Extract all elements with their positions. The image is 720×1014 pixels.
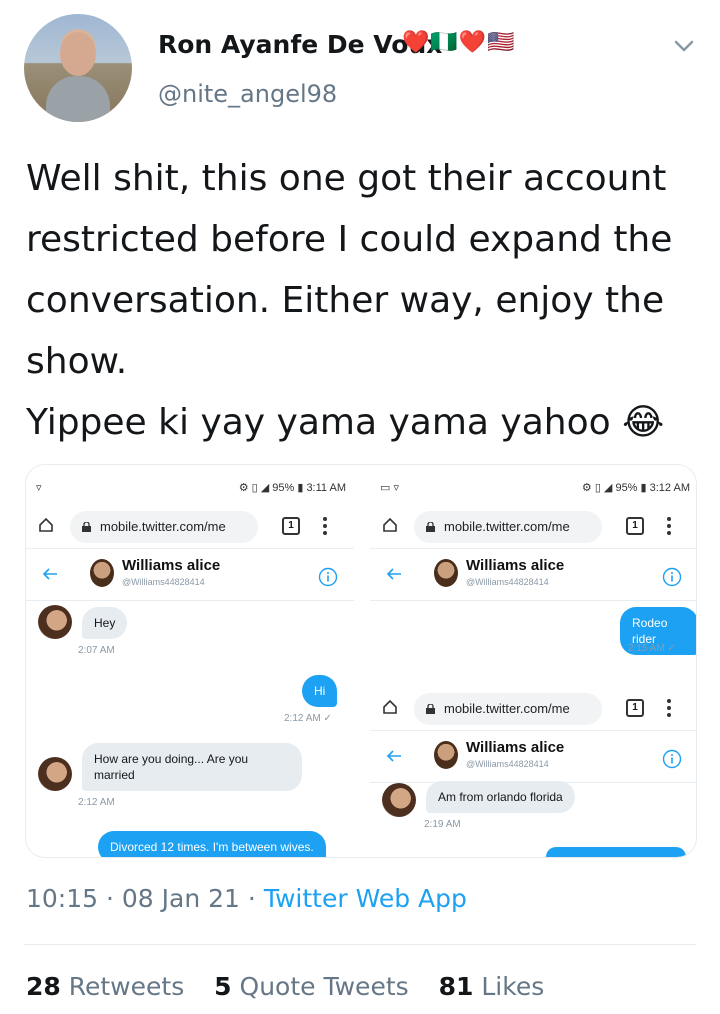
more-vert-icon[interactable]	[666, 515, 672, 537]
home-icon[interactable]	[382, 517, 398, 533]
tweet-time[interactable]: 10:15	[26, 884, 98, 913]
contact-avatar[interactable]	[90, 559, 114, 587]
contact-handle: @Williams44828414	[466, 577, 549, 587]
lock-icon	[426, 704, 435, 714]
message-timestamp: 2:12 AM ✓	[284, 713, 332, 724]
message-bubble-incoming: Am from orlando florida	[426, 781, 575, 813]
likes-label: Likes	[481, 972, 545, 1001]
tweet-header: Ron Ayanfe De Voux ❤️🇳🇬❤️🇺🇸 @nite_angel9…	[0, 0, 720, 125]
notification-icon: ▭ ▿	[380, 482, 399, 494]
back-arrow-icon[interactable]	[386, 567, 402, 581]
message-bubble-incoming: Hey	[82, 607, 128, 639]
tweet-source[interactable]: Twitter Web App	[264, 884, 467, 913]
tweet-text: Well shit, this one got their account re…	[26, 158, 673, 443]
url-field[interactable]: mobile.twitter.com/me	[70, 511, 258, 543]
message-bubble-incoming: How are you doing... Are you married	[82, 743, 302, 791]
phone-status-bar: ▭ ▿ ⚙ ▯ ◢ 95% ▮ 3:12 AM	[370, 479, 696, 499]
message-timestamp: 2:15 AM ✓	[628, 643, 676, 654]
phone-status-bar: ▿ ⚙ ▯ ◢ 95% ▮ 3:11 AM	[26, 479, 354, 499]
contact-name: Williams alice	[466, 557, 565, 574]
quote-tweets-stat[interactable]: 5 Quote Tweets	[214, 972, 408, 1001]
url-field[interactable]: mobile.twitter.com/me	[414, 693, 602, 725]
url-text: mobile.twitter.com/me	[100, 519, 226, 534]
info-icon[interactable]	[662, 749, 682, 769]
contact-handle: @Williams44828414	[122, 577, 205, 587]
contact-name: Williams alice	[466, 739, 565, 756]
conversation-header: Williams alice @Williams44828414	[370, 551, 696, 601]
contact-handle: @Williams44828414	[466, 759, 549, 769]
info-icon[interactable]	[318, 567, 338, 587]
tab-count-button[interactable]: 1	[282, 517, 300, 535]
tweet-stats: 28 Retweets 5 Quote Tweets 81 Likes	[26, 972, 566, 1001]
browser-url-bar: mobile.twitter.com/me 1	[370, 505, 696, 549]
author-flags-emoji: ❤️🇳🇬❤️🇺🇸	[402, 30, 516, 55]
conversation-header: Williams alice @Williams44828414	[370, 733, 696, 783]
message-timestamp: 2:19 AM	[424, 819, 461, 830]
tweet-date[interactable]: 08 Jan 21	[122, 884, 240, 913]
browser-url-bar: mobile.twitter.com/me 1	[26, 505, 354, 549]
more-vert-icon[interactable]	[666, 697, 672, 719]
url-text: mobile.twitter.com/me	[444, 701, 570, 716]
lock-icon	[426, 522, 435, 532]
author-name[interactable]: Ron Ayanfe De Voux	[158, 30, 442, 59]
home-icon[interactable]	[382, 699, 398, 715]
message-bubble-outgoing-partial	[546, 847, 686, 857]
more-vert-icon[interactable]	[322, 515, 328, 537]
author-avatar[interactable]	[24, 14, 132, 122]
message-timestamp: 2:12 AM	[78, 797, 115, 808]
author-handle[interactable]: @nite_angel98	[158, 80, 337, 108]
meta-separator: ·	[106, 884, 122, 913]
status-right: ⚙ ▯ ◢ 95% ▮ 3:12 AM	[581, 482, 690, 494]
browser-url-bar: mobile.twitter.com/me 1	[370, 687, 696, 731]
back-arrow-icon[interactable]	[42, 567, 58, 581]
screenshot-right-bottom[interactable]: mobile.twitter.com/me 1 Williams alice @…	[370, 667, 696, 857]
retweets-count: 28	[26, 972, 61, 1001]
status-right: ⚙ ▯ ◢ 95% ▮ 3:11 AM	[238, 482, 346, 494]
quote-tweets-count: 5	[214, 972, 232, 1001]
contact-name: Williams alice	[122, 557, 221, 574]
conversation-header: Williams alice @Williams44828414	[26, 551, 354, 601]
url-text: mobile.twitter.com/me	[444, 519, 570, 534]
message-timestamp: 2:07 AM	[78, 645, 115, 656]
retweets-label: Retweets	[68, 972, 185, 1001]
chevron-down-icon[interactable]	[668, 30, 700, 62]
tab-count-button[interactable]: 1	[626, 699, 644, 717]
media-divider	[362, 465, 370, 857]
tweet-media-grid[interactable]: ▿ ⚙ ▯ ◢ 95% ▮ 3:11 AM mobile.twitter.com…	[25, 464, 697, 858]
contact-avatar[interactable]	[434, 559, 458, 587]
back-arrow-icon[interactable]	[386, 749, 402, 763]
message-bubble-outgoing: Divorced 12 times. I'm between wives.	[98, 831, 326, 857]
screenshot-right-top[interactable]: ▭ ▿ ⚙ ▯ ◢ 95% ▮ 3:12 AM mobile.twitter.c…	[370, 465, 696, 661]
lock-icon	[82, 522, 91, 532]
notification-icon: ▿	[36, 482, 42, 494]
message-avatar	[38, 605, 72, 639]
message-avatar	[382, 783, 416, 817]
contact-avatar[interactable]	[434, 741, 458, 769]
message-avatar	[38, 757, 72, 791]
tab-count-button[interactable]: 1	[626, 517, 644, 535]
likes-count: 81	[438, 972, 474, 1001]
quote-tweets-label: Quote Tweets	[239, 972, 409, 1001]
divider	[24, 944, 696, 945]
avatar-shirt	[46, 76, 110, 122]
message-bubble-outgoing: Hi	[302, 675, 338, 707]
tweet-meta: 10:15 · 08 Jan 21 · Twitter Web App	[26, 884, 467, 913]
screenshot-left[interactable]: ▿ ⚙ ▯ ◢ 95% ▮ 3:11 AM mobile.twitter.com…	[26, 465, 354, 857]
retweets-stat[interactable]: 28 Retweets	[26, 972, 184, 1001]
home-icon[interactable]	[38, 517, 54, 533]
likes-stat[interactable]: 81 Likes	[439, 972, 545, 1001]
url-field[interactable]: mobile.twitter.com/me	[414, 511, 602, 543]
avatar-head	[60, 32, 96, 76]
meta-separator: ·	[247, 884, 264, 913]
info-icon[interactable]	[662, 567, 682, 587]
